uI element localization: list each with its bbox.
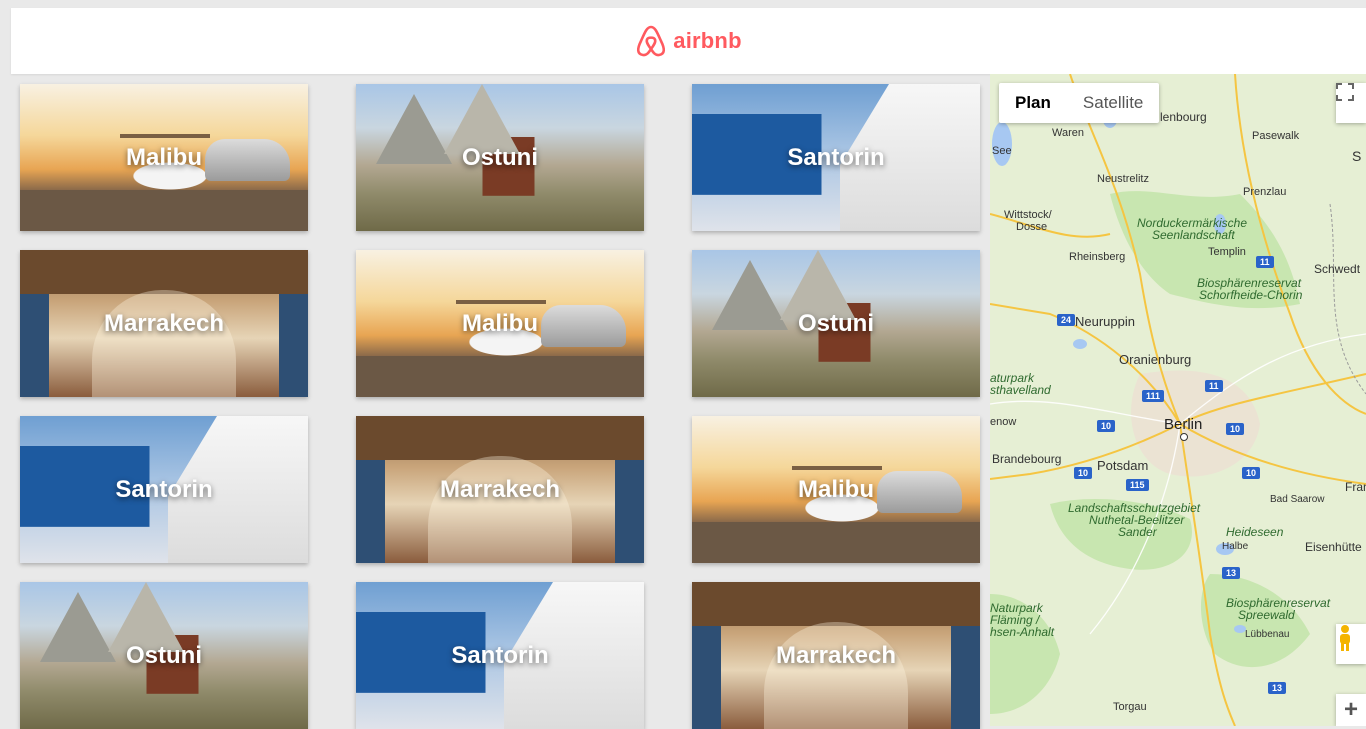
map-label-nenow: enow (990, 416, 1017, 428)
listing-title: Ostuni (126, 641, 202, 669)
map-label-dosse: Dosse (1016, 221, 1048, 233)
road-shield: 10 (1074, 467, 1093, 479)
map-label-halbe: Halbe (1222, 541, 1249, 552)
road-shield: 13 (1222, 567, 1241, 579)
listing-title: Santorin (787, 143, 885, 171)
map-label-berlin: Berlin (1164, 416, 1203, 433)
map-label-seenlandschaft: Seenlandschaft (1152, 228, 1235, 242)
map-label-spreewald: Spreewald (1238, 608, 1295, 622)
listing-title: Santorin (115, 475, 213, 503)
map-label-oranienburg: Oranienburg (1119, 352, 1192, 367)
map-type-control: Plan Satellite (999, 83, 1160, 123)
listing-card[interactable]: Malibu (356, 250, 644, 397)
map-type-satellite-button[interactable]: Satellite (1067, 83, 1159, 123)
road-shield: 10 (1242, 467, 1261, 479)
deck-rail (120, 134, 210, 138)
berlin-marker-icon (1180, 433, 1188, 441)
listing-title: Ostuni (462, 143, 538, 171)
zoom-in-button[interactable]: + (1336, 694, 1366, 726)
fullscreen-button[interactable] (1336, 83, 1366, 123)
listing-title: Ostuni (798, 309, 874, 337)
road-shield: 24 (1057, 314, 1076, 326)
listing-card[interactable]: Malibu (692, 416, 980, 563)
map-label-potsdam: Potsdam (1097, 458, 1149, 473)
deck-rail (456, 300, 546, 304)
listing-card[interactable]: Ostuni (356, 84, 644, 231)
map-label-lubbenau: Lübbenau (1245, 629, 1290, 640)
road-shield: 10 (1097, 420, 1116, 432)
map-label-templin: Templin (1208, 246, 1246, 258)
map-label-wittstock: Wittstock/ (1004, 209, 1052, 221)
map-label-waren: Waren (1052, 127, 1084, 139)
map-label-pasewalk: Pasewalk (1252, 130, 1300, 142)
map-label-heideseen: Heideseen (1226, 525, 1284, 539)
map-label-prenzlau: Prenzlau (1243, 186, 1287, 198)
map-label-franc: Franc (1345, 480, 1366, 494)
pegman-icon (1340, 625, 1350, 651)
airbnb-logo[interactable]: airbnb (635, 24, 742, 58)
map-label-torgau: Torgau (1113, 701, 1147, 713)
listing-grid: Malibu Ostuni Santorin Marrakech Malibu … (20, 84, 980, 729)
map-label-bad-saarow: Bad Saarow (1270, 494, 1325, 505)
map-label-neustrelitz: Neustrelitz (1097, 173, 1149, 185)
map-label-sander: Sander (1118, 525, 1157, 539)
brand-name: airbnb (673, 28, 742, 53)
map-label-anhalt: hsen-Anhalt (990, 625, 1055, 639)
map-label-s: S (1352, 148, 1362, 164)
listing-card[interactable]: Marrakech (356, 416, 644, 563)
listing-card[interactable]: Ostuni (692, 250, 980, 397)
map-label-lenbourg: lenbourg (1160, 110, 1207, 124)
airbnb-belo-icon (637, 25, 666, 57)
listing-card[interactable]: Malibu (20, 84, 308, 231)
road-shield: 111 (1142, 390, 1165, 402)
road-shield: 10 (1226, 423, 1245, 435)
listing-card[interactable]: Marrakech (692, 582, 980, 729)
map[interactable]: Plan Satellite + Waren See lenbourg Pase… (990, 74, 1366, 726)
map-type-plan-button[interactable]: Plan (999, 83, 1067, 123)
map-label-schorfheide: Schorfheide-Chorin (1199, 288, 1303, 302)
map-label-see: See (992, 145, 1012, 157)
road-shield: 11 (1205, 380, 1223, 392)
street-view-pegman-button[interactable] (1336, 624, 1366, 664)
listing-card[interactable]: Santorin (356, 582, 644, 729)
map-label-neuruppin: Neuruppin (1075, 314, 1135, 329)
listing-card[interactable]: Marrakech (20, 250, 308, 397)
listing-title: Marrakech (775, 641, 897, 669)
listing-card[interactable]: Ostuni (20, 582, 308, 729)
road-shield: 13 (1268, 682, 1287, 694)
listing-title: Malibu (126, 143, 202, 171)
listing-card[interactable]: Santorin (20, 416, 308, 563)
map-label-eisenhutte: Eisenhütte (1305, 540, 1362, 554)
listing-title: Santorin (451, 641, 549, 669)
road-shield: 115 (1126, 479, 1149, 491)
listing-title: Malibu (798, 475, 874, 503)
fullscreen-icon (1336, 83, 1354, 101)
listing-title: Marrakech (103, 309, 225, 337)
map-label-havelland: sthavelland (990, 383, 1051, 397)
map-label-brandebourg: Brandebourg (992, 452, 1062, 466)
listing-title: Marrakech (439, 475, 561, 503)
road-shield: 11 (1256, 256, 1274, 268)
map-label-schwedt: Schwedt (1314, 262, 1361, 276)
listing-title: Malibu (462, 309, 538, 337)
listing-card[interactable]: Santorin (692, 84, 980, 231)
map-label-rheinsberg: Rheinsberg (1069, 251, 1126, 263)
deck-rail (792, 466, 882, 470)
header: airbnb (11, 8, 1366, 74)
